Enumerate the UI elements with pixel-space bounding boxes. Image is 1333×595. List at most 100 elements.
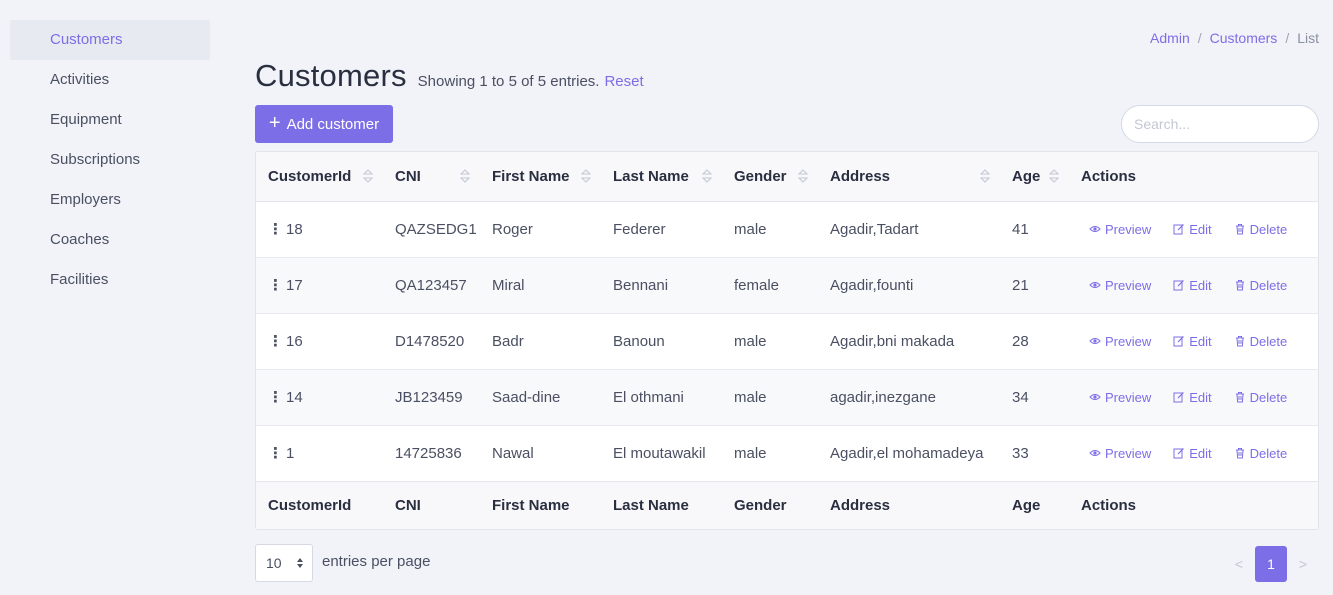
next-page-button[interactable]: >: [1287, 546, 1319, 582]
cell-gender: male: [722, 313, 818, 370]
edit-button[interactable]: Edit: [1173, 445, 1212, 461]
column-header-address[interactable]: Address: [818, 152, 1000, 202]
column-header-gender[interactable]: Gender: [722, 152, 818, 202]
edit-button[interactable]: Edit: [1173, 389, 1212, 405]
table-row: ⋮ 18 QAZSEDG1 Roger Federer male Agadir,T…: [256, 201, 1318, 258]
breadcrumb-customers[interactable]: Customers: [1210, 30, 1278, 46]
cell-value: 1: [286, 445, 295, 462]
sidebar-item-customers[interactable]: Customers: [10, 20, 210, 60]
preview-button[interactable]: Preview: [1089, 222, 1151, 237]
per-page-value: 10: [266, 555, 282, 571]
cell-customerid: ⋮ 16: [256, 313, 383, 370]
column-header-customerid[interactable]: CustomerId: [256, 152, 383, 202]
preview-button[interactable]: Preview: [1089, 390, 1151, 405]
edit-icon: [1173, 280, 1185, 291]
cell-first-name: Nawal: [492, 444, 534, 462]
search-input[interactable]: [1121, 105, 1319, 143]
preview-label: Preview: [1105, 333, 1152, 349]
add-customer-label: Add customer: [286, 115, 380, 133]
cell-cni: QAZSEDG1: [383, 201, 480, 258]
cell-address: Agadir,Tadart: [818, 201, 1000, 258]
preview-button[interactable]: Preview: [1089, 446, 1151, 461]
cell-first-name: Saad-dine: [480, 369, 601, 426]
cell-address: Agadir,bni makada: [818, 313, 1000, 370]
edit-button[interactable]: Edit: [1173, 278, 1212, 293]
column-label: Last Name: [613, 167, 689, 185]
eye-icon: [1089, 282, 1101, 288]
cell-value: 17: [286, 277, 303, 294]
table-row: ⋮ 14 JB123459 Saad-dine El othmani male a…: [256, 369, 1318, 426]
delete-button[interactable]: Delete: [1234, 390, 1287, 405]
cell-address: agadir,inezgane: [818, 369, 1000, 426]
plus-icon: +: [268, 112, 281, 134]
sidebar-item-coaches[interactable]: Coaches: [10, 220, 210, 260]
sort-icon: [980, 169, 990, 183]
cell-last-name: El moutawakil: [613, 444, 706, 462]
page-number-button[interactable]: 1: [1255, 546, 1287, 582]
row-menu-icon[interactable]: ⋮: [268, 388, 286, 406]
column-label: CustomerId: [268, 167, 352, 185]
edit-button[interactable]: Edit: [1173, 221, 1212, 237]
delete-button[interactable]: Delete: [1234, 278, 1287, 293]
delete-button[interactable]: Delete: [1234, 222, 1287, 237]
cell-address: Agadir,el mohamadeya: [830, 444, 984, 462]
cell-value: 18: [286, 221, 303, 238]
trash-icon: [1235, 336, 1244, 347]
pagination: < 1 >: [1223, 546, 1319, 582]
sidebar-item-employers[interactable]: Employers: [10, 180, 210, 220]
table-header-row: CustomerId CNI First Name Last Name Gend…: [256, 152, 1318, 202]
sort-icon: [460, 169, 470, 183]
preview-button[interactable]: Preview: [1089, 278, 1151, 293]
trash-icon: [1235, 392, 1244, 403]
cell-value: 16: [286, 333, 303, 350]
row-menu-icon[interactable]: ⋮: [268, 276, 286, 294]
row-menu-icon[interactable]: ⋮: [268, 332, 286, 350]
footer-label-age: Age: [1000, 480, 1069, 529]
edit-label: Edit: [1189, 445, 1212, 461]
edit-button[interactable]: Edit: [1173, 333, 1212, 349]
column-label: CNI: [395, 167, 421, 185]
page-title: Customers: [255, 58, 407, 93]
delete-button[interactable]: Delete: [1234, 445, 1288, 461]
sort-icon: [1049, 169, 1059, 183]
preview-label: Preview: [1105, 277, 1152, 293]
footer-label-cni: CNI: [383, 480, 480, 529]
sidebar-item-activities[interactable]: Activities: [10, 60, 210, 100]
delete-label: Delete: [1249, 445, 1288, 461]
column-header-first-name[interactable]: First Name: [480, 152, 601, 202]
column-header-age[interactable]: Age: [1000, 152, 1069, 202]
cell-age: 41: [1000, 201, 1069, 258]
row-menu-icon[interactable]: ⋮: [268, 220, 286, 238]
column-header-cni[interactable]: CNI: [383, 152, 480, 202]
cell-customerid: ⋮ 1: [256, 425, 383, 481]
preview-label: Preview: [1105, 389, 1152, 405]
prev-page-button[interactable]: <: [1223, 546, 1255, 582]
cell-cni: QA123457: [383, 257, 480, 314]
column-label: Address: [830, 167, 891, 185]
cell-first-name: Miral: [480, 257, 601, 314]
delete-button[interactable]: Delete: [1234, 334, 1287, 349]
cell-last-name: Bennani: [601, 257, 722, 314]
add-customer-button[interactable]: + Add customer: [255, 105, 393, 143]
reset-link[interactable]: Reset: [604, 73, 643, 90]
per-page-label: entries per page: [322, 553, 431, 570]
cell-customerid: ⋮ 18: [256, 201, 383, 258]
entries-info: Showing 1 to 5 of 5 entries.: [417, 73, 600, 90]
edit-label: Edit: [1189, 221, 1212, 237]
column-header-last-name[interactable]: Last Name: [601, 152, 722, 202]
cell-gender: male: [722, 369, 818, 426]
edit-label: Edit: [1189, 389, 1212, 405]
sidebar-item-equipment[interactable]: Equipment: [10, 100, 210, 140]
sidebar-item-subscriptions[interactable]: Subscriptions: [10, 140, 210, 180]
edit-label: Edit: [1189, 333, 1212, 349]
sidebar-item-facilities[interactable]: Facilities: [10, 260, 210, 300]
per-page-select[interactable]: 10: [255, 544, 313, 582]
cell-cni: JB123459: [383, 369, 480, 426]
cell-age: 33: [1012, 444, 1029, 462]
row-menu-icon[interactable]: ⋮: [268, 444, 286, 462]
preview-button[interactable]: Preview: [1089, 334, 1151, 349]
sort-icon: [702, 169, 712, 183]
eye-icon: [1089, 394, 1101, 400]
breadcrumb-admin[interactable]: Admin: [1150, 30, 1190, 46]
cell-gender: male: [734, 444, 767, 462]
